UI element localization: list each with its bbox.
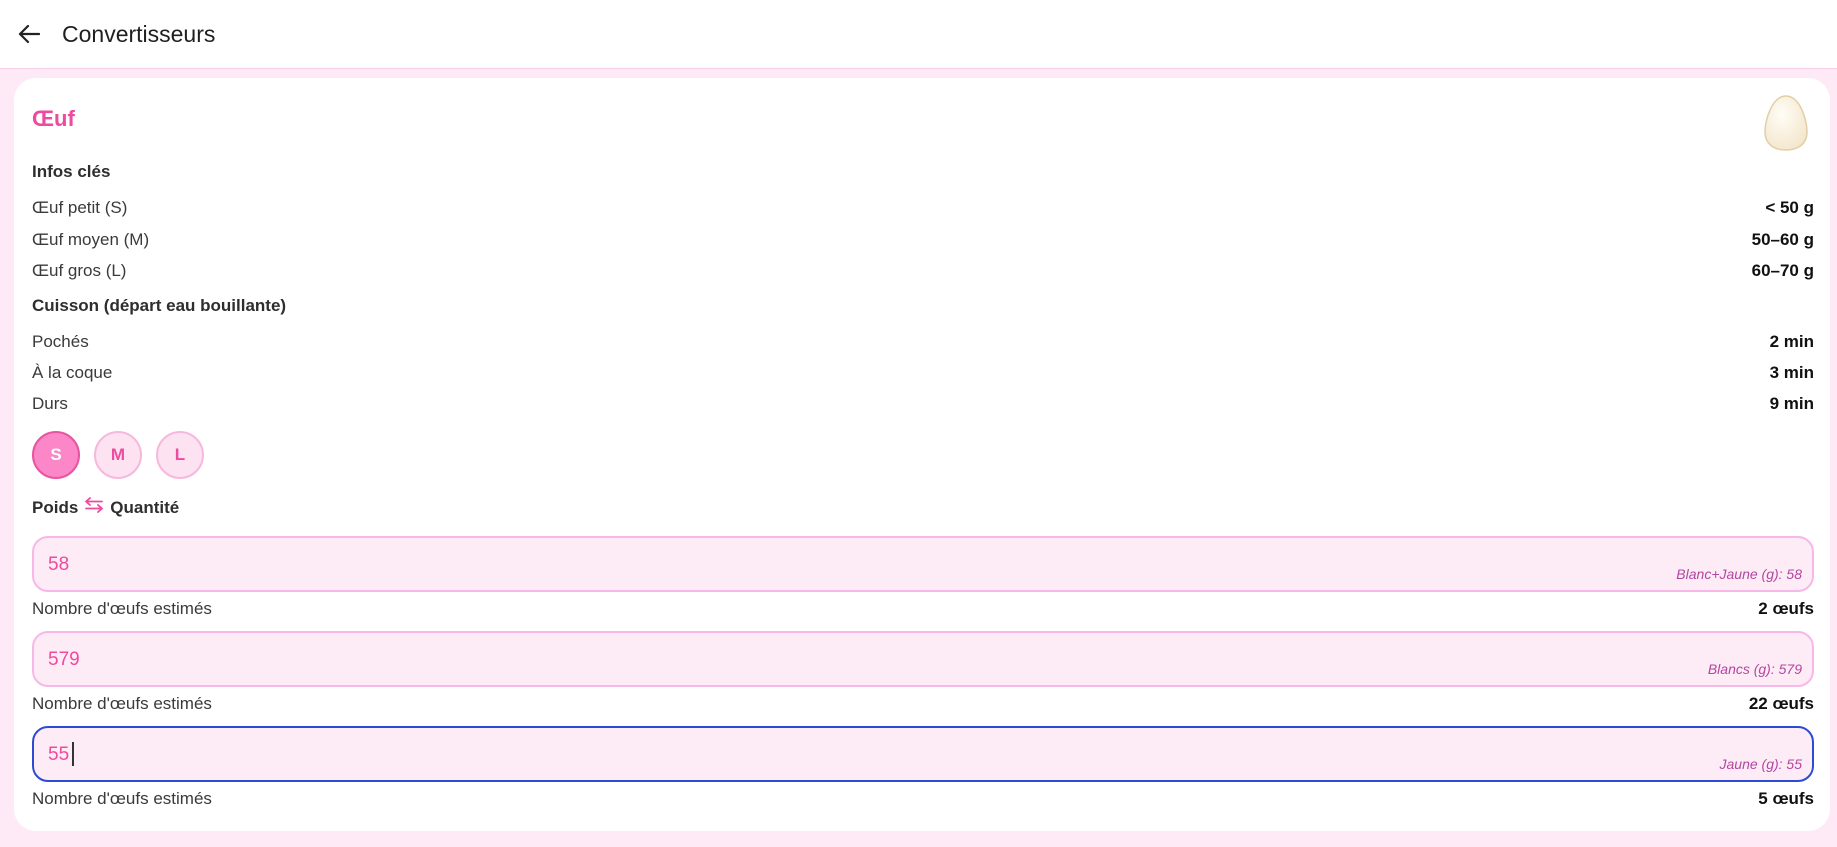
- result-value: 2 œufs: [1758, 599, 1814, 618]
- field-hint: Blanc+Jaune (g): 58: [1676, 566, 1802, 582]
- size-info-value: < 50 g: [1765, 198, 1814, 217]
- size-selector: S M L: [32, 431, 204, 479]
- whole-egg-weight-field[interactable]: Blanc+Jaune (g): 58: [32, 536, 1814, 592]
- page-title: Convertisseurs: [62, 20, 216, 47]
- egg-yolk-weight-input[interactable]: [48, 742, 1248, 768]
- size-info-row: Œuf gros (L) 60–70 g: [32, 259, 1814, 283]
- size-info-label: Œuf petit (S): [32, 198, 128, 217]
- cooking-row: Pochés 2 min: [32, 330, 1814, 354]
- size-button-l[interactable]: L: [156, 431, 204, 479]
- key-info-heading: Infos clés: [32, 162, 111, 181]
- size-info-row: Œuf moyen (M) 50–60 g: [32, 228, 1814, 252]
- field-hint: Jaune (g): 55: [1719, 756, 1803, 772]
- result-label: Nombre d'œufs estimés: [32, 599, 212, 618]
- converter-left-label: Poids: [32, 497, 79, 517]
- text-caret: [72, 742, 74, 766]
- egg-white-weight-input[interactable]: [48, 647, 1248, 673]
- swap-arrows-icon: [84, 497, 104, 518]
- size-button-s[interactable]: S: [32, 431, 80, 479]
- cooking-heading: Cuisson (départ eau bouillante): [32, 296, 287, 315]
- result-row: Nombre d'œufs estimés 2 œufs: [32, 597, 1814, 621]
- size-info-row: Œuf petit (S) < 50 g: [32, 196, 1814, 220]
- size-info-label: Œuf moyen (M): [32, 230, 150, 249]
- converter-heading: Poids Quantité: [32, 497, 179, 518]
- result-row: Nombre d'œufs estimés 5 œufs: [32, 787, 1814, 811]
- converter-right-label: Quantité: [110, 497, 180, 517]
- result-row: Nombre d'œufs estimés 22 œufs: [32, 692, 1814, 716]
- field-hint: Blancs (g): 579: [1707, 661, 1802, 677]
- result-label: Nombre d'œufs estimés: [32, 789, 212, 808]
- cooking-label: Pochés: [32, 332, 89, 351]
- whole-egg-weight-input[interactable]: [48, 552, 1248, 578]
- app-bar: Convertisseurs: [0, 0, 1837, 69]
- egg-yolk-weight-field[interactable]: Jaune (g): 55: [32, 726, 1814, 782]
- cooking-row: Durs 9 min: [32, 392, 1814, 416]
- size-info-value: 60–70 g: [1751, 261, 1814, 280]
- egg-white-weight-field[interactable]: Blancs (g): 579: [32, 631, 1814, 687]
- result-value: 5 œufs: [1758, 789, 1814, 808]
- cooking-time: 9 min: [1769, 394, 1814, 413]
- card-title: Œuf: [32, 106, 75, 131]
- cooking-label: Durs: [32, 394, 68, 413]
- cooking-row: À la coque 3 min: [32, 361, 1814, 385]
- egg-converter-card: Œuf Infos clés Œuf petit (S) < 50 g Œuf …: [14, 78, 1830, 831]
- back-arrow-icon[interactable]: [12, 17, 46, 51]
- size-button-m[interactable]: M: [94, 431, 142, 479]
- result-value: 22 œufs: [1748, 694, 1814, 713]
- size-info-value: 50–60 g: [1751, 230, 1814, 249]
- cooking-time: 3 min: [1769, 363, 1814, 382]
- egg-icon: [1764, 94, 1808, 157]
- cooking-label: À la coque: [32, 363, 113, 382]
- cooking-time: 2 min: [1769, 332, 1814, 351]
- result-label: Nombre d'œufs estimés: [32, 694, 212, 713]
- size-info-label: Œuf gros (L): [32, 261, 127, 280]
